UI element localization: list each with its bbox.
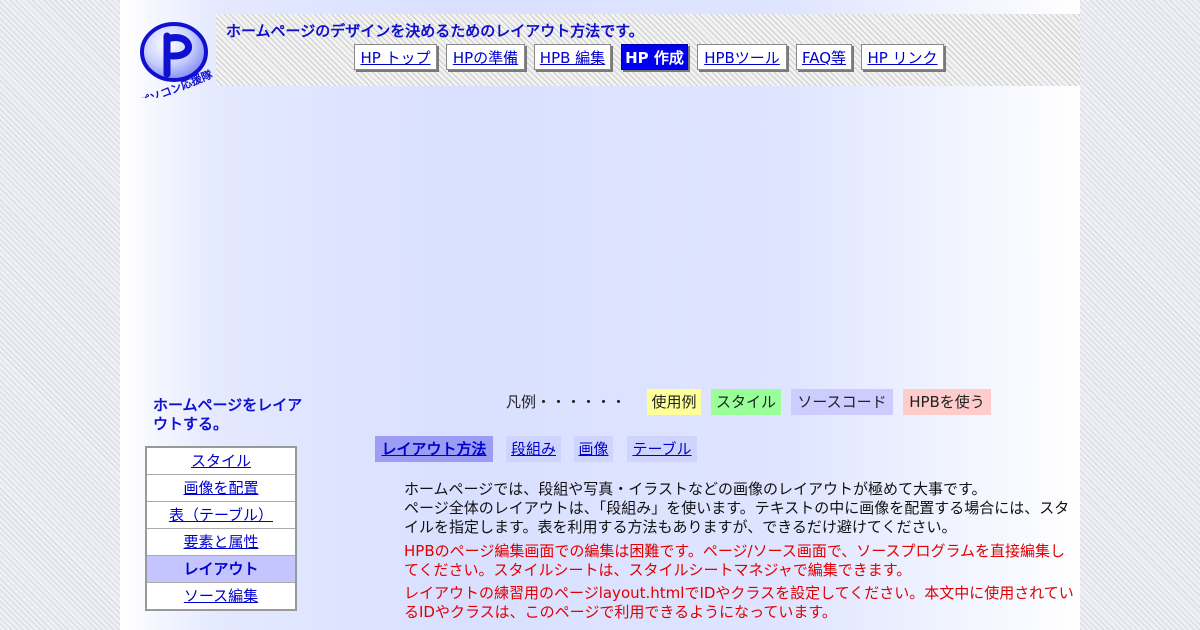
tab-images[interactable]: 画像 — [574, 436, 613, 462]
page-tagline: ホームページのデザインを決めるためのレイアウト方法です。 — [226, 22, 644, 40]
legend-example: 使用例 — [647, 389, 701, 415]
nav-hp-create[interactable]: HP 作成 — [621, 44, 688, 70]
sidebar-item-layout[interactable]: レイアウト — [147, 556, 295, 583]
practice-note: レイアウトの練習用のページlayout.htmlでIDやクラスを設定してください… — [404, 584, 1074, 621]
tab-tables[interactable]: テーブル — [627, 436, 697, 462]
nav-hp-links[interactable]: HP リンク — [861, 44, 944, 70]
intro-text: ホームページでは、段組や写真・イラストなどの画像のレイアウトが極めて大事です。 … — [404, 480, 1070, 536]
sidebar-item-elements[interactable]: 要素と属性 — [147, 529, 295, 556]
sidebar-heading: ホームページをレイアウトする。 — [153, 396, 303, 433]
legend-style: スタイル — [711, 389, 781, 415]
legend-hpb: HPBを使う — [903, 389, 991, 415]
nav-hpb-tools[interactable]: HPBツール — [697, 44, 787, 70]
nav-hp-prep[interactable]: HPの準備 — [446, 44, 525, 70]
legend-source-code: ソースコード — [791, 389, 893, 415]
nav-faq[interactable]: FAQ等 — [796, 44, 852, 70]
sidebar-item-source[interactable]: ソース編集 — [147, 583, 295, 609]
legend-label: 凡例・・・・・・ — [506, 393, 627, 411]
sidebar-item-table[interactable]: 表（テーブル） — [147, 502, 295, 529]
sidebar-item-image[interactable]: 画像を配置 — [147, 475, 295, 502]
nav-hp-top[interactable]: HP トップ — [354, 44, 437, 70]
sidebar-item-style[interactable]: スタイル — [147, 448, 295, 475]
main-content: ホームページでは、段組や写真・イラストなどの画像のレイアウトが極めて大事です。 … — [404, 480, 1074, 626]
tab-columns[interactable]: 段組み — [506, 436, 561, 462]
site-logo[interactable]: パソコン応援隊 — [136, 12, 216, 98]
tab-layout-method[interactable]: レイアウト方法 — [375, 436, 493, 462]
sidebar-menu: スタイル 画像を配置 表（テーブル） 要素と属性 レイアウト ソース編集 — [145, 446, 297, 611]
nav-hpb-edit[interactable]: HPB 編集 — [534, 44, 611, 70]
hpb-note: HPBのページ編集画面での編集は困難です。ページ/ソース画面で、ソースプログラム… — [404, 542, 1066, 579]
